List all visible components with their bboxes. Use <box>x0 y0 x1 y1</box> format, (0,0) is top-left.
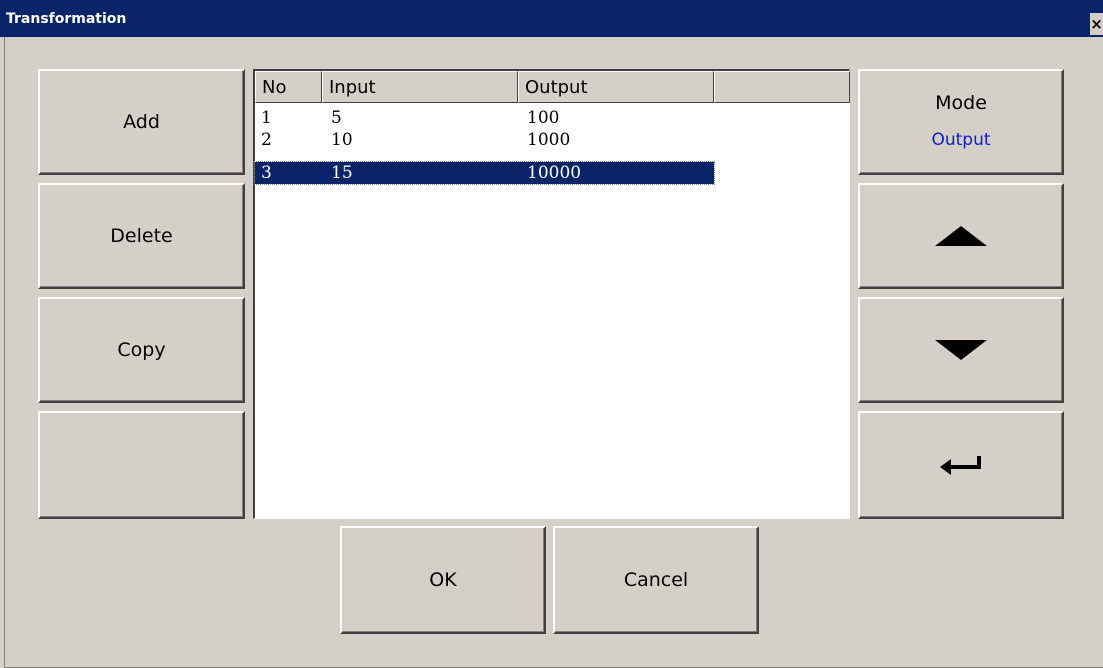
cell-output: 10000 <box>527 163 582 183</box>
delete-button[interactable]: Delete <box>38 183 245 289</box>
enter-icon <box>940 456 981 475</box>
triangle-down-icon <box>935 340 987 360</box>
ok-button[interactable]: OK <box>340 526 546 634</box>
close-button[interactable]: × <box>1090 13 1103 35</box>
move-up-button[interactable] <box>858 183 1064 289</box>
column-header-input[interactable]: Input <box>322 71 518 103</box>
column-header-no[interactable]: No <box>255 71 322 103</box>
copy-button-label: Copy <box>117 339 166 361</box>
transformation-table[interactable]: No Input Output 1 5 100 2 10 1000 3 15 1… <box>253 69 850 519</box>
table-header: No Input Output <box>255 71 850 103</box>
cell-input: 10 <box>331 130 353 150</box>
title-bar: Transformation × <box>0 0 1103 37</box>
cell-no: 3 <box>261 163 272 183</box>
table-row[interactable]: 1 5 100 <box>255 107 714 129</box>
move-down-button[interactable] <box>858 297 1064 403</box>
cell-output: 1000 <box>527 130 571 150</box>
table-row-selected[interactable]: 3 15 10000 <box>254 161 715 185</box>
mode-button[interactable]: Mode Output <box>858 69 1064 175</box>
column-header-blank[interactable] <box>714 71 850 103</box>
window-title: Transformation <box>6 11 127 27</box>
add-button[interactable]: Add <box>38 69 245 175</box>
cell-input: 15 <box>331 163 353 183</box>
ok-button-label: OK <box>429 569 457 591</box>
cell-output: 100 <box>527 108 560 128</box>
cell-no: 2 <box>261 130 272 150</box>
triangle-up-icon <box>935 226 987 246</box>
column-header-output[interactable]: Output <box>518 71 714 103</box>
cancel-button[interactable]: Cancel <box>553 526 759 634</box>
cell-input: 5 <box>331 108 342 128</box>
mode-value: Output <box>931 130 991 150</box>
cell-no: 1 <box>261 108 272 128</box>
table-row[interactable]: 2 10 1000 <box>255 129 714 151</box>
mode-label: Mode <box>935 92 987 114</box>
add-button-label: Add <box>123 111 160 133</box>
cancel-button-label: Cancel <box>623 569 689 591</box>
copy-button[interactable]: Copy <box>38 297 245 403</box>
close-icon: × <box>1090 15 1103 33</box>
delete-button-label: Delete <box>110 225 173 247</box>
enter-button[interactable] <box>858 411 1064 519</box>
blank-button[interactable] <box>38 411 245 519</box>
